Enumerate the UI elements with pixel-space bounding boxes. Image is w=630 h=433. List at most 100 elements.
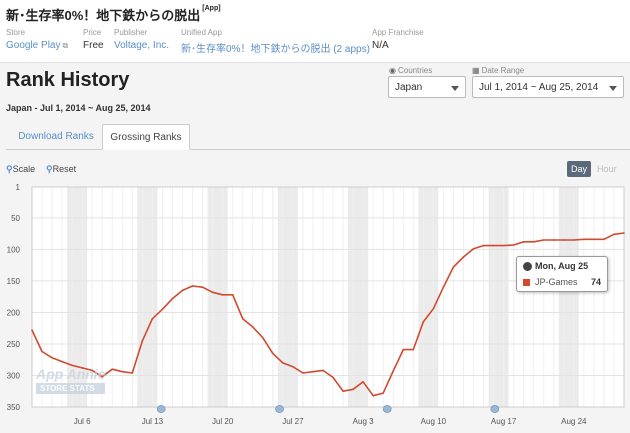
app-title: 新･生存率0%！地下鉄からの脱出 [App]: [6, 5, 221, 24]
unified-app-link[interactable]: 新･生存率0%！地下鉄からの脱出 (2 apps): [181, 40, 370, 55]
series-point: [31, 329, 33, 331]
series-point: [241, 317, 244, 320]
series-point: [462, 256, 465, 258]
series-point: [312, 370, 314, 373]
series-point: [412, 348, 415, 351]
series-point: [522, 241, 525, 243]
series-point: [573, 239, 575, 241]
day-toggle[interactable]: Day: [567, 161, 591, 177]
chevron-down-icon: [609, 86, 617, 91]
y-tick-label: 150: [7, 277, 21, 286]
series-point: [111, 368, 114, 370]
series-point: [181, 289, 184, 292]
series-point: [623, 232, 625, 234]
tab-download-ranks[interactable]: Download Ranks: [10, 124, 102, 150]
meta-price: Price Free: [83, 28, 104, 51]
weekend-band: [488, 187, 509, 407]
page-subtitle: Japan - Jul 1, 2014 ~ Aug 25, 2014: [6, 103, 151, 113]
x-tick-label: Jul 20: [212, 417, 234, 426]
meta-store: Store Google Play ⧉: [6, 28, 68, 51]
series-point: [502, 244, 505, 247]
series-point: [562, 239, 565, 241]
series-point: [131, 372, 134, 374]
publisher-link[interactable]: Voltage, Inc.: [114, 40, 169, 51]
app-header: 新･生存率0%！地下鉄からの脱出 [App] Store Google Play ⧉…: [0, 0, 630, 63]
series-point: [583, 238, 585, 241]
series-point: [613, 233, 615, 236]
countries-filter-label: ◉ Countries: [389, 66, 432, 75]
series-point: [512, 244, 515, 246]
calendar-icon: ▦: [472, 66, 480, 75]
annotation-marker-icon: [490, 405, 500, 413]
series-point: [603, 238, 605, 241]
date-range-label-text: Date Range: [481, 66, 525, 75]
x-tick-label: Jul 6: [74, 417, 91, 426]
meta-store-label: Store: [6, 28, 26, 37]
series-point: [272, 352, 274, 355]
x-tick-label: Aug 3: [353, 417, 374, 426]
countries-select-value: Japan: [395, 82, 423, 93]
series-point: [201, 286, 204, 289]
series-point: [402, 348, 405, 351]
scale-label: Scale: [12, 164, 36, 174]
hour-toggle[interactable]: Hour: [597, 161, 617, 177]
countries-select[interactable]: Japan: [388, 76, 466, 98]
series-point: [392, 370, 395, 372]
series-point: [542, 239, 545, 241]
weekend-band: [207, 187, 228, 407]
tab-grossing-ranks[interactable]: Grossing Ranks: [102, 124, 190, 150]
rank-history-chart[interactable]: 150100150200250300350Jul 6 Jul 13 Jul 20 Ju…: [0, 180, 630, 433]
meta-franchise-label: App Franchise: [372, 28, 424, 37]
series-point: [352, 388, 354, 391]
meta-franchise: App Franchise N/A: [372, 28, 424, 51]
series-point: [302, 372, 304, 374]
y-tick-label: 100: [7, 245, 21, 254]
y-tick-label: 250: [7, 340, 21, 349]
series-point: [171, 297, 174, 300]
series-point: [532, 241, 535, 243]
chart-tooltip: Mon, Aug 25 JP-Games 74: [516, 256, 608, 292]
meta-publisher-label: Publisher: [114, 28, 148, 37]
reset-label: Reset: [52, 164, 77, 174]
store-link-text: Google Play: [6, 40, 61, 51]
tooltip-date: Mon, Aug 25: [523, 261, 589, 272]
meta-franchise-value: N/A: [372, 40, 389, 51]
chevron-down-icon: [451, 86, 459, 91]
series-point: [452, 266, 455, 268]
zoom-icon: ⚲: [6, 164, 13, 174]
annotation-marker-icon: [156, 405, 166, 413]
annotation-marker-icon: [382, 405, 392, 413]
watermark-line2: STORE STATS: [36, 383, 106, 394]
series-point: [432, 307, 435, 310]
series-point: [382, 392, 384, 394]
weekend-band: [558, 187, 579, 407]
weekend-band: [418, 187, 439, 407]
x-tick-label: Jul 13: [142, 417, 164, 426]
series-point: [593, 238, 595, 241]
date-range-select[interactable]: Jul 1, 2014 ~ Aug 25, 2014: [472, 76, 624, 98]
series-point: [121, 370, 124, 373]
weekend-band: [348, 187, 369, 407]
series-point: [292, 365, 294, 368]
watermark-line1: App Annie: [36, 366, 106, 382]
reset-button[interactable]: ⚲Reset: [46, 164, 76, 175]
external-link-icon: ⧉: [62, 41, 69, 50]
series-point: [261, 336, 264, 339]
series-point: [482, 244, 485, 247]
app-annie-watermark: App Annie STORE STATS: [36, 366, 106, 394]
series-point: [442, 286, 445, 289]
series-swatch: [523, 279, 530, 286]
scale-button[interactable]: ⚲Scale: [6, 164, 35, 175]
series-point: [51, 357, 53, 359]
series-point: [322, 369, 324, 372]
series-point: [472, 247, 475, 250]
series-point: [362, 380, 364, 383]
y-tick-label: 300: [7, 371, 21, 380]
meta-unified-label: Unified App: [181, 28, 222, 37]
y-tick-label: 350: [7, 403, 21, 412]
weekend-band: [137, 187, 158, 407]
tooltip-date-text: Mon, Aug 25: [535, 261, 589, 271]
store-link[interactable]: Google Play ⧉: [6, 40, 68, 51]
series-point: [221, 293, 224, 296]
meta-publisher: Publisher Voltage, Inc.: [114, 28, 169, 51]
